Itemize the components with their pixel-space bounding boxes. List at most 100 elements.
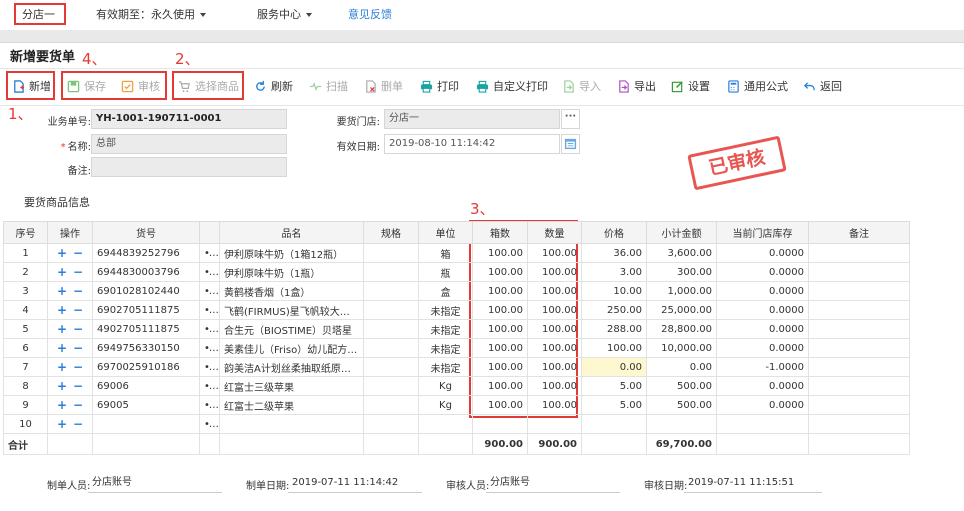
price-cell[interactable]: 3.00 [581,262,647,282]
custom-print-button[interactable]: 自定义打印 [476,76,548,98]
boxes-cell[interactable]: 100.00 [472,376,528,396]
remark-cell[interactable] [808,243,910,263]
remove-row-icon[interactable]: − [73,322,83,336]
boxes-cell[interactable]: 100.00 [472,300,528,320]
row-actions[interactable]: + − [47,281,93,301]
add-row-icon[interactable]: + [57,246,67,260]
remove-row-icon[interactable]: − [73,398,83,412]
add-row-icon[interactable]: + [57,284,67,298]
store-picker-button[interactable]: ··· [561,109,580,129]
boxes-cell[interactable]: 100.00 [472,395,528,415]
table-row[interactable]: 9 + −69005 ••• 红富士二级苹果 Kg 100.00 100.00 5.00 500.… [3,395,910,415]
price-cell[interactable]: 36.00 [581,243,647,263]
price-cell[interactable]: 5.00 [581,376,647,396]
validity-menu[interactable]: 有效期至：永久使用 [96,0,206,30]
item-code-cell[interactable]: 6944839252796 [92,243,200,263]
item-code-cell[interactable]: 69005 [92,395,200,415]
feedback-link[interactable]: 意见反馈 [348,0,392,30]
qty-cell[interactable]: 100.00 [527,395,582,415]
service-center-menu[interactable]: 服务中心 [257,0,312,30]
table-row[interactable]: 1 + −6944839252796 ••• 伊利原味牛奶（1箱12瓶）箱 100.00 1… [3,243,910,263]
price-cell[interactable]: 10.00 [581,281,647,301]
table-row[interactable]: 7 + −6970025910186 ••• 韵美洁A计划丝柔抽取纸原生... 未指定 10… [3,357,910,377]
refresh-button[interactable]: 刷新 [254,76,293,98]
delete-button[interactable]: 删单 [364,76,403,98]
remark-cell[interactable] [808,319,910,339]
name-field[interactable]: 总部 [91,134,287,154]
boxes-cell[interactable]: 100.00 [472,243,528,263]
item-picker-button[interactable]: ••• [199,300,220,320]
store-field[interactable]: 分店一 [384,109,560,129]
print-button[interactable]: 打印 [420,76,459,98]
qty-cell[interactable]: 100.00 [527,357,582,377]
formula-button[interactable]: 通用公式 [727,76,788,98]
qty-cell[interactable]: 100.00 [527,281,582,301]
add-row-icon[interactable]: + [57,417,67,431]
add-row-icon[interactable]: + [57,398,67,412]
export-button[interactable]: 导出 [617,76,656,98]
remove-row-icon[interactable]: − [73,417,83,431]
qty-cell[interactable]: 100.00 [527,319,582,339]
row-actions[interactable]: + − [47,319,93,339]
item-code-cell[interactable]: 6902705111875 [92,300,200,320]
qty-cell[interactable]: 100.00 [527,338,582,358]
qty-cell[interactable]: 100.00 [527,243,582,263]
item-code-cell[interactable]: 6949756330150 [92,338,200,358]
remark-cell[interactable] [808,376,910,396]
remark-cell[interactable] [808,281,910,301]
item-code-cell[interactable]: 6901028102440 [92,281,200,301]
remark-cell[interactable] [808,395,910,415]
price-cell[interactable]: 0.00 [581,357,647,377]
add-row-icon[interactable]: + [57,360,67,374]
boxes-cell[interactable]: 100.00 [472,319,528,339]
boxes-cell[interactable] [472,414,528,434]
remove-row-icon[interactable]: − [73,265,83,279]
row-actions[interactable]: + − [47,262,93,282]
import-button[interactable]: 导入 [562,76,601,98]
boxes-cell[interactable]: 100.00 [472,357,528,377]
table-row[interactable]: 4 + −6902705111875 ••• 飞鹤(FIRMUS)星飞帆较大婴儿... 未… [3,300,910,320]
item-picker-button[interactable]: ••• [199,338,220,358]
order-no-field[interactable]: YH-1001-190711-0001 [91,109,287,129]
remove-row-icon[interactable]: − [73,246,83,260]
qty-cell[interactable] [527,414,582,434]
remark-cell[interactable] [808,338,910,358]
qty-cell[interactable]: 100.00 [527,300,582,320]
item-picker-button[interactable]: ••• [199,319,220,339]
row-actions[interactable]: + − [47,376,93,396]
remove-row-icon[interactable]: − [73,303,83,317]
row-actions[interactable]: + − [47,338,93,358]
row-actions[interactable]: + − [47,243,93,263]
remove-row-icon[interactable]: − [73,360,83,374]
table-row[interactable]: 5 + −4902705111875 ••• 合生元（BIOSTIME）贝塔星 未指定 10… [3,319,910,339]
item-code-cell[interactable]: 69006 [92,376,200,396]
price-cell[interactable]: 288.00 [581,319,647,339]
remove-row-icon[interactable]: − [73,341,83,355]
store-switcher[interactable]: 分店一 [22,0,55,30]
item-picker-button[interactable]: ••• [199,395,220,415]
boxes-cell[interactable]: 100.00 [472,281,528,301]
remark-field[interactable] [91,157,287,177]
date-field[interactable]: 2019-08-10 11:14:42 [384,134,560,154]
qty-cell[interactable]: 100.00 [527,262,582,282]
item-code-cell[interactable]: 6944830003796 [92,262,200,282]
price-cell[interactable]: 250.00 [581,300,647,320]
item-picker-button[interactable]: ••• [199,357,220,377]
item-code-cell[interactable]: 4902705111875 [92,319,200,339]
table-row[interactable]: 3 + −6901028102440 ••• 黄鹤楼香烟（1盒）盒 100.00 100.0… [3,281,910,301]
item-code-cell[interactable] [92,414,200,434]
remove-row-icon[interactable]: − [73,284,83,298]
row-actions[interactable]: + − [47,395,93,415]
item-picker-button[interactable]: ••• [199,281,220,301]
price-cell[interactable] [581,414,647,434]
item-picker-button[interactable]: ••• [199,243,220,263]
remove-row-icon[interactable]: − [73,379,83,393]
item-picker-button[interactable]: ••• [199,376,220,396]
row-actions[interactable]: + − [47,414,93,434]
date-picker-button[interactable] [561,134,580,154]
add-row-icon[interactable]: + [57,322,67,336]
remark-cell[interactable] [808,300,910,320]
settings-button[interactable]: 设置 [671,76,710,98]
scan-button[interactable]: 扫描 [309,76,348,98]
row-actions[interactable]: + − [47,357,93,377]
